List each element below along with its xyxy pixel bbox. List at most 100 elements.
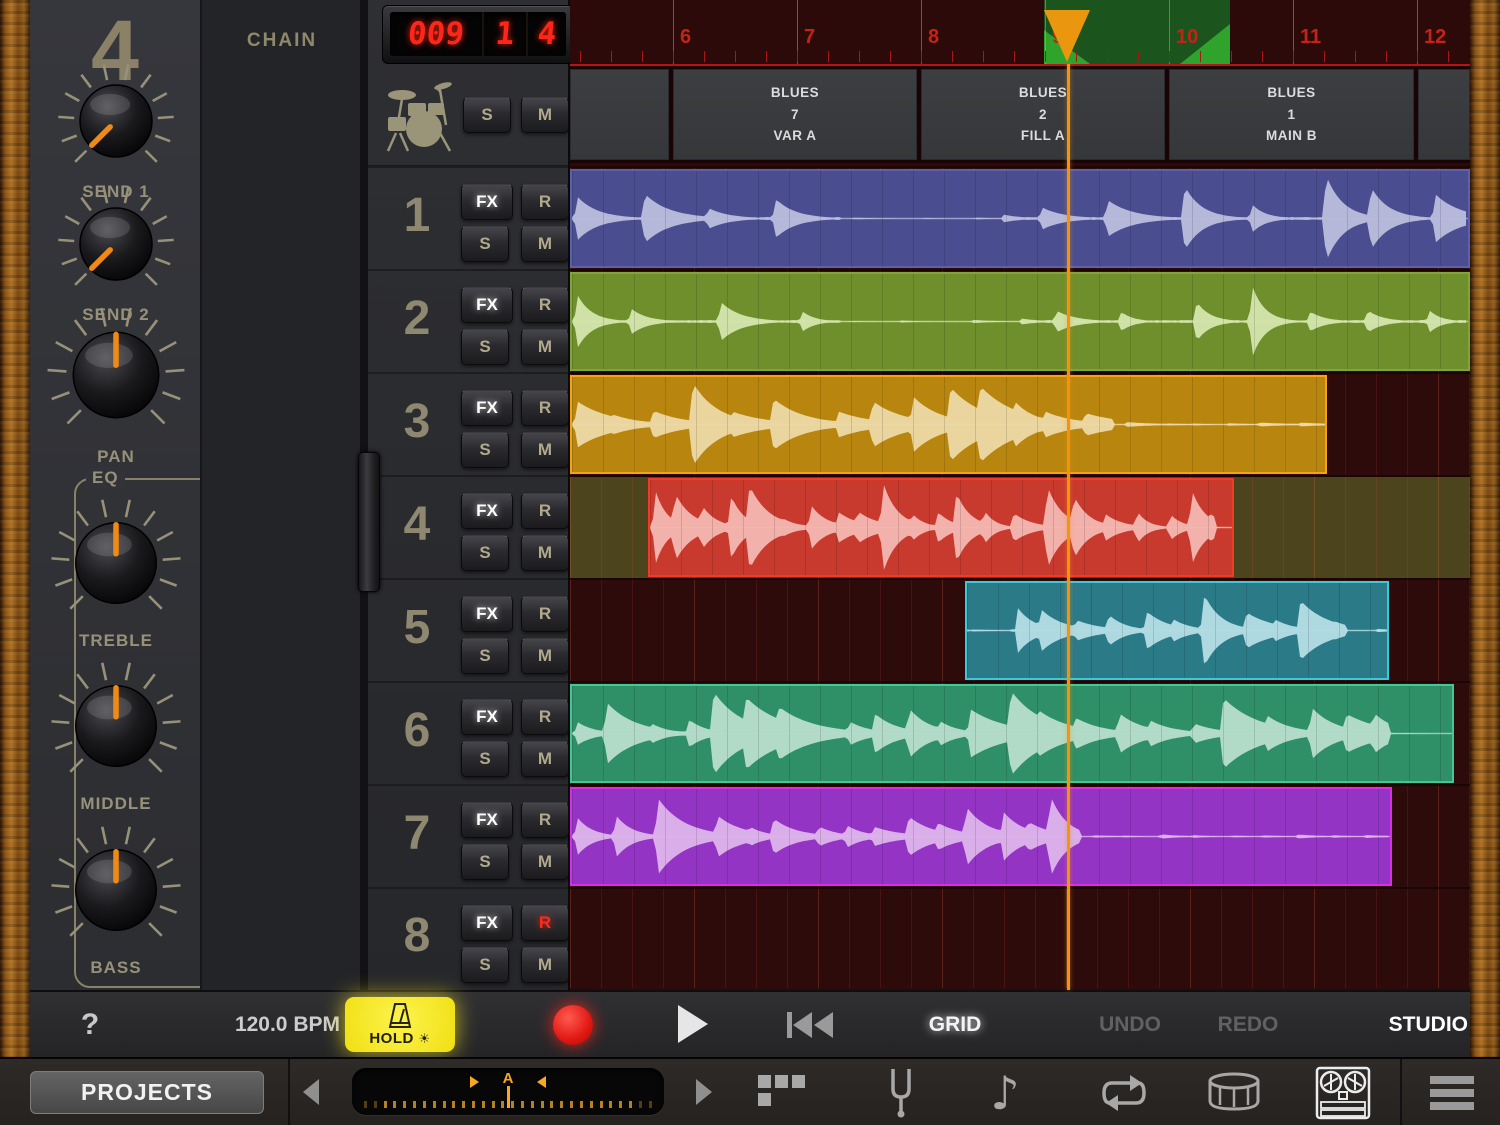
audio-region[interactable] [648, 478, 1234, 577]
track-solo-button[interactable]: S [461, 535, 509, 571]
ruler-tick [1045, 51, 1046, 62]
send-2-knob[interactable] [57, 185, 175, 303]
wood-rail-left [0, 0, 30, 1057]
track-record-button[interactable]: R [521, 699, 569, 735]
drum-icon[interactable] [1206, 1071, 1262, 1115]
bass-knob[interactable] [50, 824, 182, 956]
undo-button[interactable]: UNDO [1070, 992, 1190, 1057]
metronome-hold-button[interactable]: HOLD ☀ [345, 997, 455, 1052]
drum-region-block[interactable] [570, 69, 669, 160]
track-solo-button[interactable]: S [461, 844, 509, 880]
track-mute-button[interactable]: M [521, 329, 569, 365]
track-header-column: 009 1 4 [360, 0, 570, 990]
track-record-button[interactable]: R [521, 493, 569, 529]
menu-button[interactable] [1428, 1059, 1476, 1125]
bar-number: 7 [804, 26, 815, 49]
track-mute-button[interactable]: M [521, 226, 569, 262]
track-fx-button[interactable]: FX [461, 287, 513, 323]
panel-drag-handle[interactable] [358, 452, 380, 592]
section-slider[interactable]: A [352, 1068, 664, 1115]
drum-region-block[interactable]: BLUES2FILL A [921, 69, 1165, 160]
tuner-icon[interactable] [883, 1067, 919, 1119]
nav-right-arrow[interactable] [696, 1079, 712, 1105]
track-fx-button[interactable]: FX [461, 184, 513, 220]
track-fx-button[interactable]: FX [461, 493, 513, 529]
track-number: 8 [386, 908, 448, 963]
note-icon[interactable]: ♪ [980, 1059, 1030, 1125]
projects-button[interactable]: PROJECTS [30, 1071, 264, 1114]
ruler-tick [890, 51, 891, 62]
track-solo-button[interactable]: S [461, 432, 509, 468]
track-mute-button[interactable]: M [521, 741, 569, 777]
track-lane[interactable] [570, 681, 1470, 784]
track-solo-button[interactable]: S [461, 947, 509, 983]
track-lane[interactable] [570, 887, 1470, 988]
audio-region[interactable] [570, 169, 1470, 268]
track-number: 7 [386, 806, 448, 861]
track-lane[interactable] [570, 578, 1470, 681]
track-mute-button[interactable]: M [521, 947, 569, 983]
grid-button[interactable]: GRID [895, 992, 1015, 1057]
redo-button[interactable]: REDO [1188, 992, 1308, 1057]
nav-left-arrow[interactable] [303, 1079, 319, 1105]
daw-app-window: 4 SEND 1 SEND 2 PAN EQ TREBLE MIDDLE BAS… [0, 0, 1500, 1125]
track-number: 3 [386, 394, 448, 449]
track-mute-button[interactable]: M [521, 844, 569, 880]
track-lane[interactable] [570, 372, 1470, 475]
ruler-tick [1448, 51, 1449, 62]
track-record-button[interactable]: R [521, 184, 569, 220]
track-lane[interactable] [570, 475, 1470, 578]
drum-region-block[interactable]: BLUES7VAR A [673, 69, 917, 160]
track-number: 4 [386, 497, 448, 552]
help-button[interactable]: ? [75, 992, 105, 1057]
track-lane[interactable] [570, 269, 1470, 372]
record-button[interactable] [553, 1005, 593, 1045]
ruler-tick [1231, 51, 1232, 62]
middle-knob[interactable] [50, 660, 182, 792]
studio-button[interactable]: STUDIO [1350, 992, 1468, 1057]
ruler-tick [704, 51, 705, 62]
track-header-row: 1FXRSM [368, 166, 568, 269]
audio-region[interactable] [570, 787, 1392, 886]
track-mute-button[interactable]: M [521, 432, 569, 468]
track-fx-button[interactable]: FX [461, 905, 513, 941]
rewind-button[interactable] [785, 1010, 837, 1040]
recorder-studio-icon[interactable] [1315, 1066, 1371, 1120]
play-button[interactable] [678, 1005, 708, 1043]
track-lane[interactable] [570, 166, 1470, 269]
audio-region[interactable] [965, 581, 1389, 680]
bpm-display[interactable]: 120.0 BPM [230, 992, 340, 1057]
track-fx-button[interactable]: FX [461, 596, 513, 632]
drum-region-block[interactable] [1418, 69, 1470, 160]
pan-knob[interactable] [46, 305, 186, 445]
track-mute-button[interactable]: M [521, 638, 569, 674]
track-solo-button[interactable]: S [461, 226, 509, 262]
track-record-button[interactable]: R [521, 802, 569, 838]
audio-region[interactable] [570, 272, 1470, 371]
track-record-button[interactable]: R [521, 905, 569, 941]
audio-region[interactable] [570, 375, 1327, 474]
drum-region-block[interactable]: BLUES1MAIN B [1169, 69, 1414, 160]
track-record-button[interactable]: R [521, 596, 569, 632]
track-lane[interactable] [570, 784, 1470, 887]
hold-label: HOLD [369, 1030, 414, 1047]
track-solo-button[interactable]: S [461, 329, 509, 365]
arrange-timeline: 6789101112 BLUES7VAR ABLUES2FILL ABLUES1… [570, 0, 1470, 990]
track-record-button[interactable]: R [521, 390, 569, 426]
ruler-tick [983, 51, 984, 62]
drum-region-label-line: 7 [791, 104, 799, 126]
loop-icon[interactable] [1098, 1069, 1150, 1117]
middle-label: MIDDLE [30, 794, 202, 814]
track-mute-button[interactable]: M [521, 535, 569, 571]
track-fx-button[interactable]: FX [461, 699, 513, 735]
track-fx-button[interactable]: FX [461, 802, 513, 838]
timeline-ruler[interactable]: 6789101112 [570, 0, 1470, 66]
treble-knob[interactable] [50, 497, 182, 629]
audio-region[interactable] [570, 684, 1454, 783]
track-solo-button[interactable]: S [461, 638, 509, 674]
steps-view-icon[interactable] [756, 1059, 820, 1125]
track-record-button[interactable]: R [521, 287, 569, 323]
track-fx-button[interactable]: FX [461, 390, 513, 426]
track-solo-button[interactable]: S [461, 741, 509, 777]
send-1-knob[interactable] [57, 62, 175, 180]
